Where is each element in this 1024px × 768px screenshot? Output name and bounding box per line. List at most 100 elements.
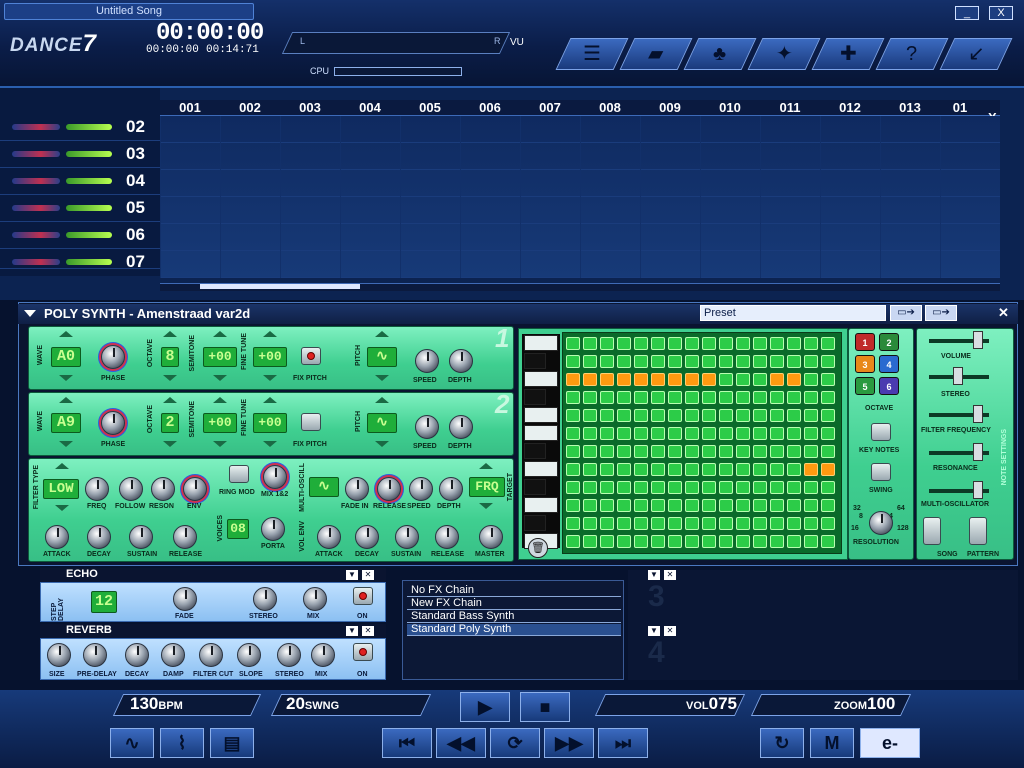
master-knob[interactable] — [479, 525, 503, 549]
target-up-arrow[interactable] — [479, 463, 493, 469]
step-sequencer[interactable] — [562, 332, 842, 554]
sustain-knob[interactable] — [129, 525, 153, 549]
sequencer-step[interactable] — [821, 373, 835, 386]
sequencer-step[interactable] — [736, 463, 750, 476]
octave-3-button[interactable]: 3 — [855, 355, 875, 373]
sequencer-step[interactable] — [770, 427, 784, 440]
sequencer-step[interactable] — [600, 373, 614, 386]
piano-key[interactable] — [524, 389, 546, 405]
collapse-icon[interactable] — [24, 310, 36, 317]
sequencer-step[interactable] — [685, 409, 699, 422]
sequencer-step[interactable] — [566, 373, 580, 386]
sequencer-step[interactable] — [668, 391, 682, 404]
sequencer-step[interactable] — [583, 427, 597, 440]
filter-freq-knob[interactable] — [85, 477, 109, 501]
sequencer-step[interactable] — [566, 409, 580, 422]
sequencer-step[interactable] — [617, 409, 631, 422]
finetune-down-arrow[interactable] — [263, 375, 277, 381]
sequencer-step[interactable] — [821, 427, 835, 440]
sequencer-step[interactable] — [787, 445, 801, 458]
rewind-start-button[interactable]: ⏮ — [382, 728, 432, 758]
close-button[interactable]: X — [989, 6, 1013, 20]
piano-key[interactable] — [524, 461, 558, 477]
vol-decay-knob[interactable] — [355, 525, 379, 549]
sequencer-step[interactable] — [634, 355, 648, 368]
pitch-down-arrow[interactable] — [375, 441, 389, 447]
sequencer-step[interactable] — [770, 337, 784, 350]
track-row[interactable]: 02 — [0, 114, 160, 141]
filter-down-arrow[interactable] — [55, 505, 69, 511]
echo-close-button[interactable]: ✕ — [362, 570, 374, 580]
sequencer-step[interactable] — [685, 481, 699, 494]
sequencer-step[interactable] — [600, 409, 614, 422]
sequencer-step[interactable] — [566, 445, 580, 458]
sequencer-step[interactable] — [770, 463, 784, 476]
song-button[interactable] — [923, 517, 941, 545]
sequencer-step[interactable] — [770, 409, 784, 422]
sequencer-step[interactable] — [668, 355, 682, 368]
sequencer-step[interactable] — [753, 517, 767, 530]
sequencer-step[interactable] — [566, 355, 580, 368]
save-preset-button[interactable]: ▭➔ — [925, 305, 957, 321]
sequencer-step[interactable] — [685, 337, 699, 350]
sequencer-step[interactable] — [770, 355, 784, 368]
sequencer-step[interactable] — [600, 463, 614, 476]
piano-key[interactable] — [524, 443, 546, 459]
sequencer-step[interactable] — [566, 337, 580, 350]
sequencer-step[interactable] — [753, 337, 767, 350]
sequencer-step[interactable] — [617, 481, 631, 494]
sequencer-step[interactable] — [804, 391, 818, 404]
octave-5-button[interactable]: 5 — [855, 377, 875, 395]
sequencer-step[interactable] — [668, 463, 682, 476]
slot-4-collapse-button[interactable]: ▼ — [648, 626, 660, 636]
sequencer-step[interactable] — [566, 499, 580, 512]
sequencer-step[interactable] — [736, 445, 750, 458]
reverb-predelay-knob[interactable] — [83, 643, 107, 667]
loop-button[interactable]: ⟳ — [490, 728, 540, 758]
wave-mode-icon[interactable]: ∿ — [110, 728, 154, 758]
sequencer-step[interactable] — [753, 535, 767, 548]
reverb-damp-knob[interactable] — [161, 643, 185, 667]
sequencer-step[interactable] — [804, 445, 818, 458]
sequencer-step[interactable] — [736, 481, 750, 494]
sequencer-step[interactable] — [634, 373, 648, 386]
sequencer-step[interactable] — [702, 391, 716, 404]
sequencer-step[interactable] — [719, 391, 733, 404]
pattern-grid[interactable] — [160, 116, 1000, 278]
sequencer-step[interactable] — [804, 463, 818, 476]
sequencer-step[interactable] — [787, 409, 801, 422]
fix-pitch-button[interactable] — [301, 413, 321, 431]
track-row[interactable]: 06 — [0, 222, 160, 249]
sequencer-step[interactable] — [651, 337, 665, 350]
sequencer-step[interactable] — [787, 355, 801, 368]
sequencer-step[interactable] — [668, 409, 682, 422]
echo-mix-knob[interactable] — [303, 587, 327, 611]
sequencer-step[interactable] — [685, 373, 699, 386]
sequencer-step[interactable] — [787, 463, 801, 476]
octave-up-arrow[interactable] — [163, 397, 177, 403]
sequencer-step[interactable] — [770, 481, 784, 494]
sequencer-step[interactable] — [634, 427, 648, 440]
ejay-logo-icon[interactable]: e- — [860, 728, 920, 758]
sequencer-step[interactable] — [583, 481, 597, 494]
filter-freq-handle[interactable] — [973, 405, 983, 423]
sequencer-step[interactable] — [702, 517, 716, 530]
sequencer-step[interactable] — [617, 373, 631, 386]
sequencer-step[interactable] — [804, 499, 818, 512]
octave-2-button[interactable]: 2 — [879, 333, 899, 351]
echo-on-button[interactable] — [353, 587, 373, 605]
sequencer-step[interactable] — [770, 391, 784, 404]
vol-sustain-knob[interactable] — [395, 525, 419, 549]
sequencer-step[interactable] — [821, 445, 835, 458]
sequencer-step[interactable] — [617, 427, 631, 440]
wave-down-arrow[interactable] — [59, 375, 73, 381]
phase-knob[interactable] — [101, 345, 125, 369]
sequencer-step[interactable] — [787, 517, 801, 530]
wave-up-arrow[interactable] — [59, 397, 73, 403]
resolution-knob[interactable] — [869, 511, 893, 535]
sequencer-step[interactable] — [600, 337, 614, 350]
sequencer-step[interactable] — [753, 409, 767, 422]
record-icon[interactable]: ↻ — [760, 728, 804, 758]
octave-6-button[interactable]: 6 — [879, 377, 899, 395]
sequencer-step[interactable] — [685, 427, 699, 440]
